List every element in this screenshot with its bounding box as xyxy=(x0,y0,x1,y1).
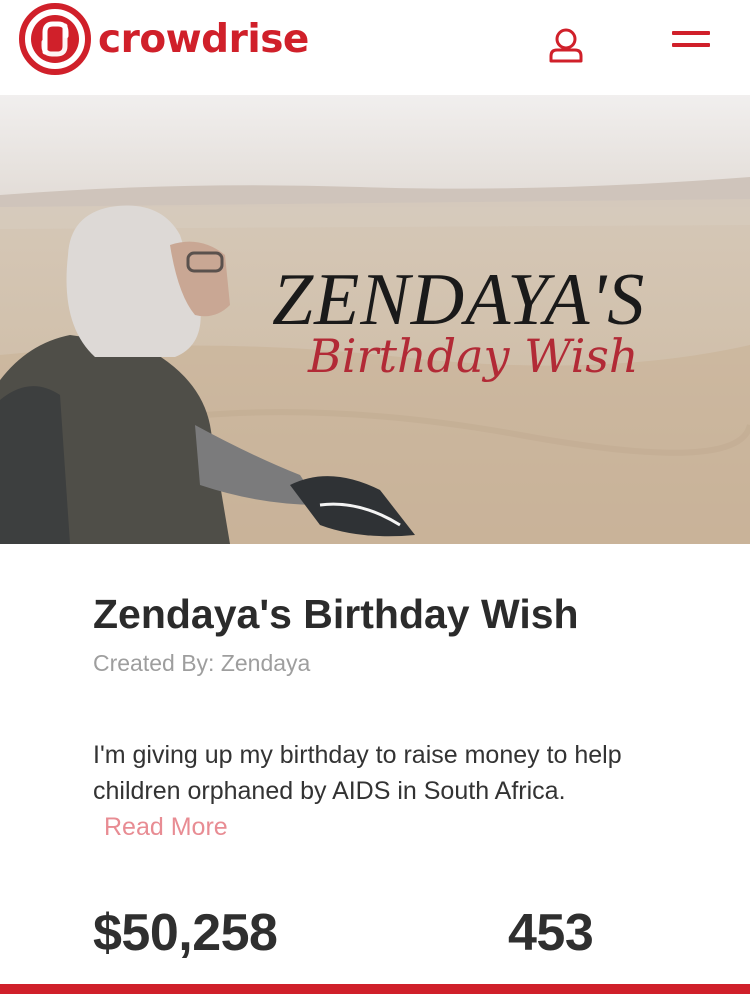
hero-overlay-title: ZENDAYA'S xyxy=(272,259,646,341)
brand-name: crowdrise xyxy=(98,16,309,62)
fundraising-progress-bar xyxy=(0,984,750,994)
campaign-hero-image: ZENDAYA'S Birthday Wish xyxy=(0,95,750,544)
hero-overlay-subtitle: Birthday Wish xyxy=(308,329,639,383)
user-icon xyxy=(549,28,583,63)
amount-raised: $50,258 xyxy=(93,904,278,962)
read-more-link[interactable]: Read More xyxy=(104,810,228,844)
campaign-page: crowdrise ZENDAYA'S Birthday Wish Zenday… xyxy=(0,0,750,994)
hamburger-menu-icon-bar xyxy=(672,43,710,47)
user-account-button[interactable] xyxy=(546,26,586,66)
campaign-description: I'm giving up my birthday to raise money… xyxy=(93,741,622,805)
crowdrise-logo-icon xyxy=(19,3,91,75)
fundraising-progress-fill xyxy=(0,984,750,994)
hamburger-menu-icon xyxy=(672,31,710,35)
main-menu-button[interactable] xyxy=(670,26,712,56)
donor-count: 453 xyxy=(508,904,594,962)
campaign-creator: Created By: Zendaya xyxy=(93,650,311,676)
crowdrise-logo[interactable]: crowdrise xyxy=(18,2,309,76)
campaign-title: Zendaya's Birthday Wish xyxy=(93,591,579,637)
site-header: crowdrise xyxy=(0,0,750,96)
